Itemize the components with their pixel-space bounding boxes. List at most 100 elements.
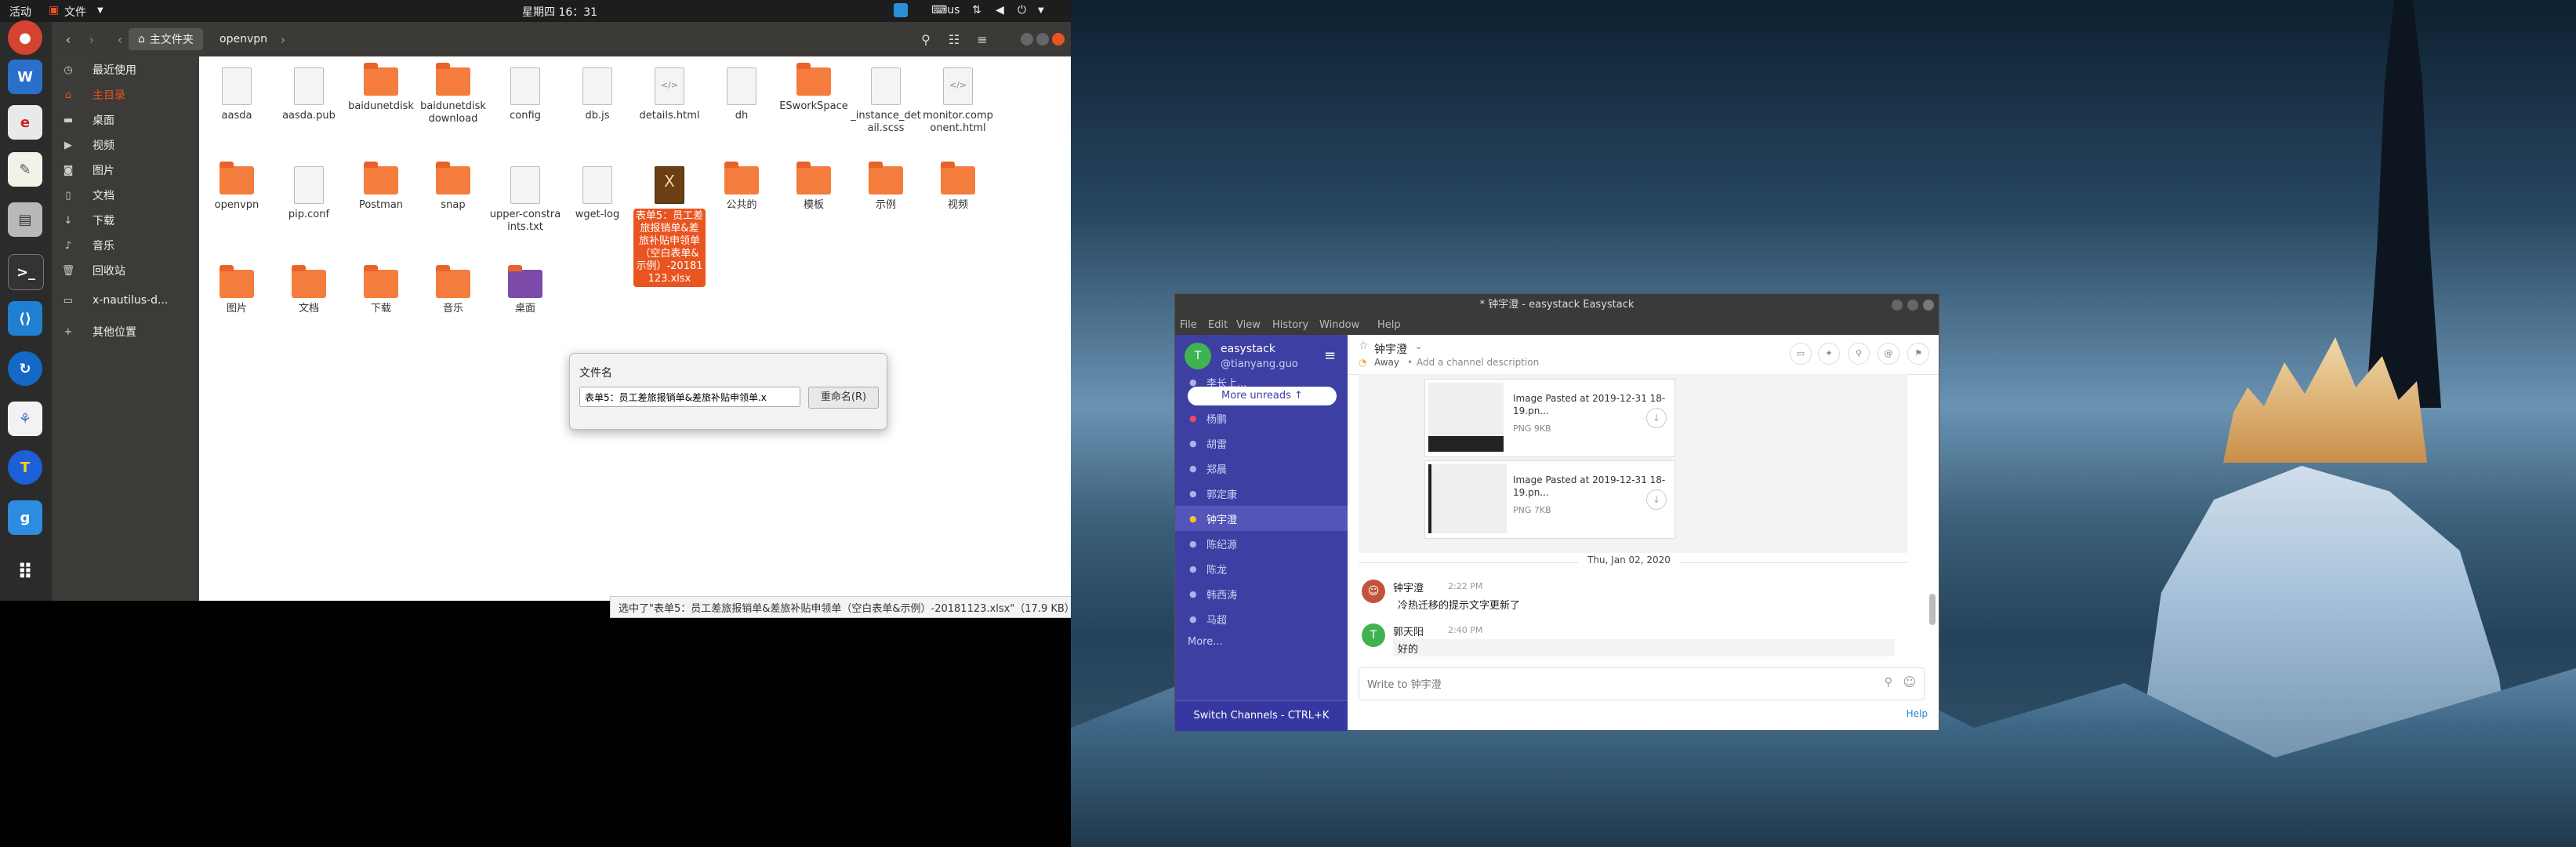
menu-view[interactable]: View	[1236, 319, 1261, 331]
back-button[interactable]: ‹	[58, 28, 78, 50]
channel-name[interactable]: 钟宇澄	[1374, 341, 1407, 357]
folder-item[interactable]: 公共的	[706, 162, 778, 212]
channel-item[interactable]: ● 郑晨	[1175, 456, 1348, 481]
app-menu-arrow-icon[interactable]: ▼	[97, 6, 103, 15]
libreoffice-writer-icon[interactable]: W	[8, 60, 42, 94]
network-icon[interactable]: ⇅	[972, 4, 981, 16]
menu-file[interactable]: File	[1180, 319, 1197, 331]
message-author[interactable]: 钟宇澄	[1393, 580, 1424, 594]
app-menu[interactable]: 文件	[64, 4, 86, 20]
folder-item[interactable]: 模板	[778, 162, 850, 212]
folder-item[interactable]: openvpn	[201, 162, 273, 212]
view-toggle-icon[interactable]: ☷	[944, 28, 964, 50]
pin-icon[interactable]: ✦	[1818, 343, 1840, 365]
maximize-button[interactable]	[1036, 33, 1049, 45]
channel-description[interactable]: Add a channel description	[1417, 357, 1539, 368]
breadcrumb-home[interactable]: ⌂ 主文件夹	[129, 28, 203, 50]
sidebar-item-recent[interactable]: ◷ 最近使用	[52, 58, 199, 82]
tray-app-icon[interactable]	[894, 3, 908, 17]
chevron-down-icon[interactable]: ⌄	[1415, 341, 1422, 351]
menu-help[interactable]: Help	[1377, 319, 1401, 331]
folder-item[interactable]: baidunetdisk	[345, 63, 417, 113]
team-name[interactable]: easystack	[1221, 343, 1275, 355]
activities-button[interactable]: 活动	[9, 4, 31, 20]
team-avatar[interactable]: T	[1185, 343, 1211, 369]
file-item[interactable]: upper-constraints.txt	[489, 166, 561, 234]
vscode-icon[interactable]: ⟨⟩	[8, 301, 42, 336]
attachment-card[interactable]: Image Pasted at 2019-12-31 18-19.pn... P…	[1424, 379, 1675, 457]
show-apps-icon[interactable]: ⠿	[8, 555, 42, 590]
sidebar-item-other-locations[interactable]: + 其他位置	[52, 320, 199, 344]
hamburger-menu-icon[interactable]: ≡	[972, 28, 992, 50]
channel-item[interactable]: ● 杨鹏	[1175, 405, 1348, 431]
channel-item[interactable]: ● 韩西涛	[1175, 581, 1348, 606]
emoji-icon[interactable]: ☺	[1903, 674, 1916, 689]
folder-item[interactable]: 图片	[201, 265, 273, 315]
sidebar-item-documents[interactable]: ▯ 文档	[52, 184, 199, 207]
folder-item[interactable]: 音乐	[417, 265, 489, 315]
file-item[interactable]: aasda	[201, 67, 273, 122]
text-editor-icon[interactable]: ✎	[8, 152, 42, 187]
file-item[interactable]: aasda.pub	[273, 67, 345, 122]
sidebar-item-pictures[interactable]: ◙ 图片	[52, 158, 199, 182]
menu-window[interactable]: Window	[1319, 319, 1359, 331]
channel-item[interactable]: ● 陈龙	[1175, 556, 1348, 581]
file-item[interactable]: db.js	[561, 67, 633, 122]
hamburger-menu-icon[interactable]: ≡	[1324, 347, 1336, 364]
power-icon[interactable]: ⏻	[1018, 4, 1026, 16]
search-icon[interactable]: ⚲	[1848, 343, 1870, 365]
file-item[interactable]: _instance_detail.scss	[850, 67, 922, 135]
channel-item[interactable]: ● 胡雷	[1175, 431, 1348, 456]
menu-history[interactable]: History	[1272, 319, 1308, 331]
folder-item[interactable]: ESworkSpace	[778, 63, 850, 113]
avatar[interactable]: T	[1362, 623, 1385, 647]
breadcrumb-right-arrow[interactable]: ›	[278, 28, 288, 50]
update-icon[interactable]: ↻	[8, 351, 42, 386]
chrome-icon[interactable]: ●	[8, 20, 42, 55]
close-button[interactable]	[1052, 33, 1065, 45]
avatar[interactable]: ☺	[1362, 580, 1385, 603]
mention-icon[interactable]: @	[1878, 343, 1899, 365]
sidebar-item-trash[interactable]: 🗑 回收站	[52, 259, 199, 282]
search-icon[interactable]: ⚲	[916, 28, 936, 50]
file-manager-icon[interactable]: ▤	[8, 202, 42, 237]
folder-item[interactable]: 视频	[922, 162, 994, 212]
folder-item[interactable]: baidunetdiskdownload	[417, 63, 489, 125]
channel-item[interactable]: ● 陈纪源	[1175, 531, 1348, 556]
terminal-icon[interactable]: >_	[8, 254, 44, 290]
file-item[interactable]: </> monitor.component.html	[922, 67, 994, 135]
file-item[interactable]: </> details.html	[633, 67, 706, 122]
sidebar-item-home[interactable]: ⌂ 主目录	[52, 83, 199, 107]
download-icon[interactable]: ↓	[1646, 489, 1667, 510]
sidebar-item-nautilus[interactable]: ▭ x-nautilus-d...	[52, 289, 199, 312]
menu-edit[interactable]: Edit	[1208, 319, 1228, 331]
file-item[interactable]: pip.conf	[273, 166, 345, 221]
folder-item[interactable]: 文档	[273, 265, 345, 315]
switch-channels-button[interactable]: Switch Channels - CTRL+K	[1175, 700, 1348, 731]
system-menu-arrow-icon[interactable]: ▼	[1038, 6, 1044, 15]
message-input[interactable]	[1366, 674, 1839, 695]
close-button[interactable]	[1923, 300, 1934, 311]
file-item[interactable]: config	[489, 67, 561, 122]
maximize-button[interactable]	[1907, 300, 1918, 311]
file-item[interactable]: wget-log	[561, 166, 633, 221]
forward-button[interactable]: ›	[82, 28, 102, 50]
attachment-card[interactable]: Image Pasted at 2019-12-31 18-19.pn... P…	[1424, 460, 1675, 539]
channel-item[interactable]: ● 郭定康	[1175, 481, 1348, 506]
volume-icon[interactable]: ◀	[996, 4, 1004, 16]
scrollbar[interactable]	[1929, 594, 1936, 625]
mail-icon[interactable]: g	[8, 500, 42, 535]
more-unreads-button[interactable]: More unreads ↑	[1188, 387, 1337, 405]
channel-item[interactable]: ● 马超	[1175, 606, 1348, 631]
rename-input[interactable]	[579, 387, 800, 407]
sidebar-item-downloads[interactable]: ↓ 下载	[52, 209, 199, 232]
minimize-button[interactable]	[1892, 300, 1903, 311]
help-link[interactable]: Help	[1907, 708, 1928, 719]
sidebar-item-videos[interactable]: ▶ 视频	[52, 133, 199, 157]
video-call-icon[interactable]: ▭	[1790, 343, 1812, 365]
folder-item[interactable]: Postman	[345, 162, 417, 212]
message-author[interactable]: 郭天阳	[1393, 623, 1424, 638]
minimize-button[interactable]	[1021, 33, 1033, 45]
file-item[interactable]: dh	[706, 67, 778, 122]
breadcrumb-left-arrow[interactable]: ‹	[114, 28, 125, 50]
